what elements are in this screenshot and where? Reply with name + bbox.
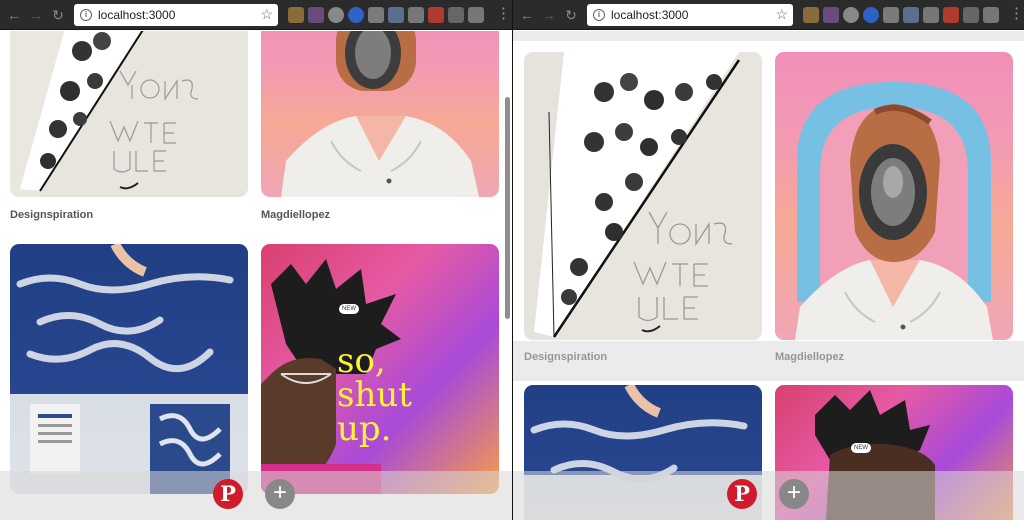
pin-card-magdiellopez[interactable] <box>261 31 499 197</box>
menu-dots-icon[interactable]: ⋮ <box>496 6 511 22</box>
extension-icon[interactable] <box>368 7 384 23</box>
back-arrow-icon[interactable]: ← <box>519 7 535 23</box>
extension-icon[interactable] <box>408 7 424 23</box>
portrait-image <box>795 82 993 340</box>
add-button[interactable]: + <box>265 479 295 509</box>
address-bar[interactable]: i localhost:3000 ☆ <box>74 4 278 26</box>
url-text: localhost:3000 <box>98 8 176 22</box>
poster-line: shut <box>337 375 412 415</box>
new-badge: NEW <box>851 443 871 453</box>
pinterest-save-button[interactable]: P <box>213 479 243 509</box>
poster-image <box>530 385 748 483</box>
card-caption[interactable]: Designspiration <box>524 351 607 363</box>
pinterest-save-button[interactable]: P <box>727 479 757 509</box>
browser-toolbar: ← → ↻ i localhost:3000 ☆ ⋮ <box>0 0 512 30</box>
extension-icon[interactable] <box>983 7 999 23</box>
address-bar[interactable]: i localhost:3000 ☆ <box>587 4 793 26</box>
extension-icons <box>803 7 999 23</box>
right-browser-window: ← → ↻ i localhost:3000 ☆ ⋮ Designspirati… <box>512 0 1024 520</box>
extension-icon[interactable] <box>803 7 819 23</box>
add-button[interactable]: + <box>779 479 809 509</box>
back-arrow-icon[interactable]: ← <box>6 7 22 23</box>
extension-icon[interactable] <box>963 7 979 23</box>
extension-icon[interactable] <box>863 7 879 23</box>
info-icon[interactable]: i <box>593 9 605 21</box>
new-badge: NEW <box>339 304 359 314</box>
portrait-image <box>815 390 935 520</box>
card-caption[interactable]: Magdiellopez <box>261 209 330 221</box>
card-caption[interactable]: Magdiellopez <box>775 351 844 363</box>
info-icon[interactable]: i <box>80 9 92 21</box>
poster-image <box>10 31 248 197</box>
page-viewport: Designspiration Magdiellopez <box>0 31 512 520</box>
pin-card-magdiellopez[interactable] <box>775 52 1013 340</box>
extension-icon[interactable] <box>448 7 464 23</box>
extension-icon[interactable] <box>823 7 839 23</box>
poster-image <box>534 52 762 340</box>
pin-card-designspiration[interactable] <box>524 52 762 340</box>
extension-icon[interactable] <box>328 7 344 23</box>
pin-card-swim-poster[interactable] <box>10 244 248 494</box>
portrait-image <box>281 31 479 197</box>
pin-card-so-shut-up[interactable]: NEW so, shut up. <box>261 244 499 494</box>
poster-image <box>16 244 234 494</box>
extension-icon[interactable] <box>903 7 919 23</box>
url-text: localhost:3000 <box>611 8 689 22</box>
pin-card-designspiration[interactable] <box>10 31 248 197</box>
extension-icon[interactable] <box>943 7 959 23</box>
extension-icon[interactable] <box>288 7 304 23</box>
extension-icons <box>288 7 484 23</box>
menu-dots-icon[interactable]: ⋮ <box>1009 6 1024 22</box>
extension-icon[interactable] <box>843 7 859 23</box>
pin-card-swim-poster[interactable] <box>524 385 762 520</box>
left-browser-window: ← → ↻ i localhost:3000 ☆ ⋮ Designspirati… <box>0 0 512 520</box>
pin-card-so-shut-up[interactable]: NEW <box>775 385 1013 520</box>
extension-icon[interactable] <box>883 7 899 23</box>
extension-icon[interactable] <box>348 7 364 23</box>
extension-icon[interactable] <box>468 7 484 23</box>
bookmark-star-icon[interactable]: ☆ <box>775 6 788 23</box>
reload-icon[interactable]: ↻ <box>563 7 579 23</box>
poster-text: so, shut up. <box>337 344 412 446</box>
reload-icon[interactable]: ↻ <box>50 7 66 23</box>
forward-arrow-icon[interactable]: → <box>541 7 557 23</box>
scrollbar[interactable] <box>505 97 510 319</box>
card-caption[interactable]: Designspiration <box>10 209 93 221</box>
poster-line: so, <box>337 341 386 381</box>
forward-arrow-icon[interactable]: → <box>28 7 44 23</box>
extension-icon[interactable] <box>388 7 404 23</box>
bookmark-star-icon[interactable]: ☆ <box>260 6 273 23</box>
browser-toolbar: ← → ↻ i localhost:3000 ☆ ⋮ <box>513 0 1024 30</box>
extension-icon[interactable] <box>428 7 444 23</box>
poster-line: up. <box>337 409 392 449</box>
extension-icon[interactable] <box>308 7 324 23</box>
header-gap <box>513 31 1024 41</box>
page-viewport: Designspiration Magdiellopez <box>513 31 1024 520</box>
extension-icon[interactable] <box>923 7 939 23</box>
